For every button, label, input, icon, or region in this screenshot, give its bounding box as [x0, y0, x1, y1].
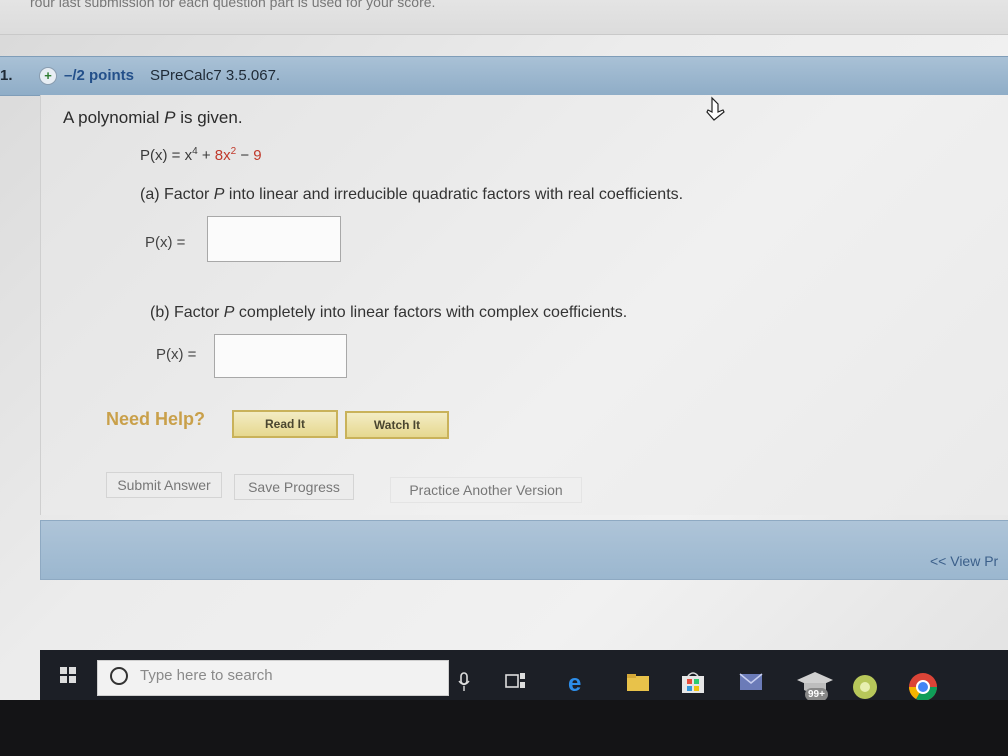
- task-view-icon[interactable]: [505, 672, 527, 690]
- taskbar-search-placeholder[interactable]: Type here to search: [140, 667, 273, 684]
- part-a-answer-input[interactable]: [207, 216, 341, 262]
- mouse-cursor-icon: [706, 96, 725, 121]
- view-previous-link[interactable]: << View Pr: [930, 553, 998, 569]
- read-it-button[interactable]: Read It: [232, 410, 338, 438]
- part-b-instruction: (b) Factor P completely into linear fact…: [150, 304, 628, 321]
- plus-icon[interactable]: +: [39, 67, 57, 85]
- monitor-bezel: [0, 700, 1008, 756]
- polynomial-formula: P(x) = x4 + 8x2 − 9: [140, 146, 262, 164]
- question-header: 1. + –/2 points SPreCalc7 3.5.067.: [0, 56, 1008, 96]
- windows-start-icon[interactable]: [60, 667, 76, 683]
- app-circle-icon[interactable]: [852, 674, 878, 700]
- notification-badge: 99+: [805, 688, 828, 700]
- question-footer-bar: [40, 520, 1008, 580]
- monitor-screen: rour last submission for each question p…: [0, 0, 1008, 700]
- mail-icon[interactable]: [739, 672, 763, 692]
- microphone-icon[interactable]: [458, 672, 470, 692]
- question-prompt: A polynomial P is given.: [63, 108, 243, 127]
- part-a-label: P(x) =: [145, 234, 186, 251]
- variable-p: P: [164, 108, 176, 127]
- store-icon[interactable]: [680, 670, 706, 694]
- save-progress-button[interactable]: Save Progress: [234, 474, 354, 500]
- question-number: 1.: [0, 67, 13, 84]
- submission-notice-text: rour last submission for each question p…: [30, 0, 436, 10]
- chrome-icon[interactable]: [908, 672, 938, 700]
- part-b-answer-input[interactable]: [214, 334, 347, 378]
- file-explorer-icon[interactable]: [626, 672, 650, 692]
- need-help-label: Need Help?: [106, 409, 206, 429]
- svg-text:e: e: [568, 670, 581, 694]
- edge-browser-icon[interactable]: e: [566, 670, 590, 694]
- practice-another-version-button[interactable]: Practice Another Version: [390, 477, 582, 503]
- watch-it-button[interactable]: Watch It: [345, 411, 449, 439]
- part-b-label: P(x) =: [156, 346, 197, 363]
- part-a-instruction: (a) Factor P into linear and irreducible…: [140, 186, 684, 203]
- submit-answer-button[interactable]: Submit Answer: [106, 472, 222, 498]
- submission-notice: rour last submission for each question p…: [0, 0, 1008, 35]
- question-source[interactable]: SPreCalc7 3.5.067.: [150, 67, 280, 84]
- question-points: –/2 points: [64, 67, 135, 84]
- cortana-icon[interactable]: [110, 667, 128, 685]
